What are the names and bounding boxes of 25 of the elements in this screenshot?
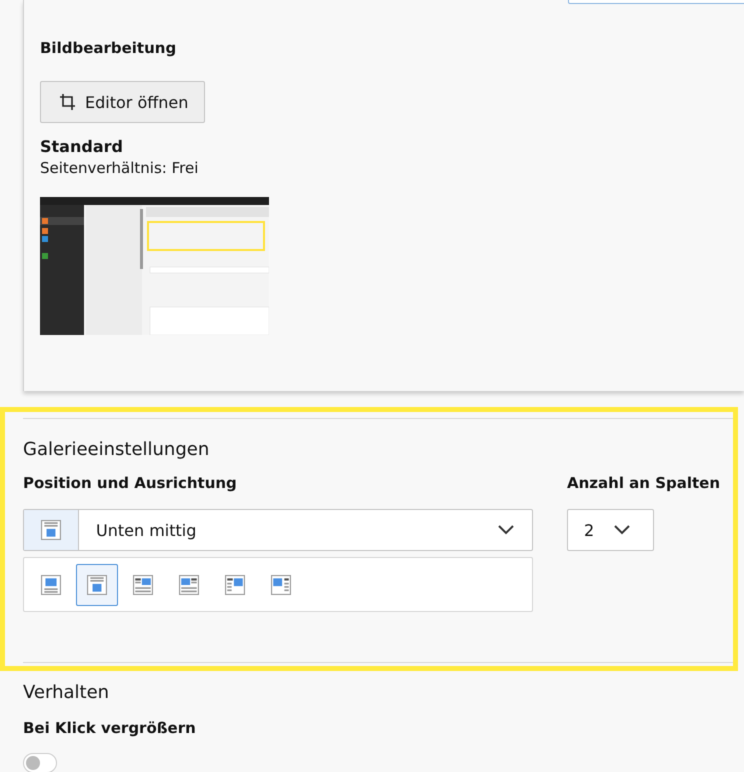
columns-select[interactable]: 2 — [567, 509, 654, 551]
crop-icon — [59, 93, 77, 111]
aspect-ratio-text: Seitenverhältnis: Frei — [40, 159, 200, 177]
layout-icon — [41, 520, 61, 540]
layout-icon — [133, 574, 153, 594]
chevron-down-icon — [614, 525, 630, 535]
field-label: Bei Klick vergrößern — [23, 719, 197, 737]
layout-icon — [271, 574, 291, 594]
layout-option[interactable] — [76, 564, 118, 606]
layout-icon — [225, 574, 245, 594]
editor-button[interactable]: Editor öffnen — [40, 81, 206, 123]
chevron-down-icon — [498, 525, 514, 535]
select-value: Unten mittig — [96, 520, 198, 540]
field-label: Position und Ausrichtung — [23, 474, 238, 492]
layout-icon — [41, 574, 61, 594]
position-select[interactable]: Unten mittig — [23, 509, 533, 551]
toggle-switch[interactable] — [23, 753, 57, 772]
select-value: 2 — [584, 520, 594, 540]
section-heading: Galerieeinstellungen — [23, 439, 210, 460]
layout-icon — [179, 574, 199, 594]
section-heading: Bildbearbeitung — [40, 39, 176, 57]
section-heading: Verhalten — [23, 682, 110, 703]
layout-icon — [87, 574, 107, 594]
crop-variant-title: Standard — [40, 137, 124, 156]
field-label: Anzahl an Spalten — [567, 474, 720, 492]
